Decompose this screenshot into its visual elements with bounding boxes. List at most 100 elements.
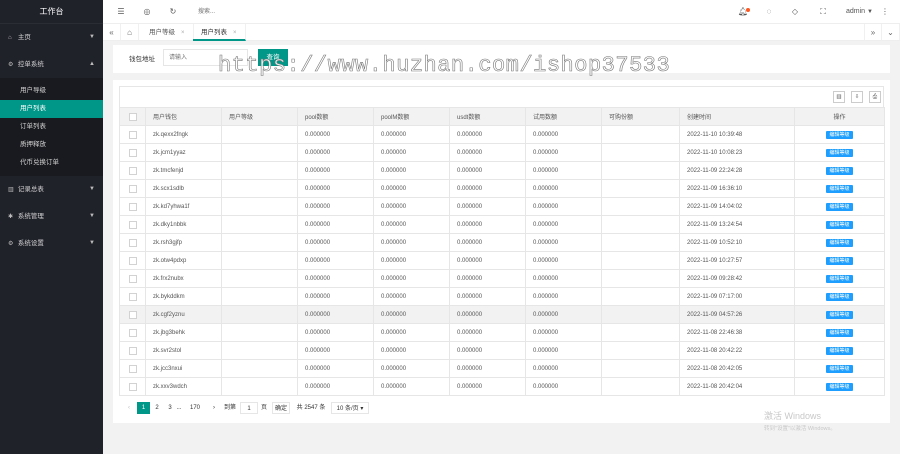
close-icon[interactable]: ×	[233, 30, 237, 36]
note-icon[interactable]: ◇	[787, 0, 803, 24]
sidebar-item-system-settings[interactable]: ⚙ 系统设置 ▼	[0, 230, 103, 257]
column-header[interactable]: 用户钱包	[145, 107, 222, 126]
page-last[interactable]: 170	[185, 402, 205, 414]
fullscreen-icon[interactable]: ⛶	[815, 0, 831, 24]
column-header[interactable]: 可购份额	[601, 107, 680, 126]
columns-icon[interactable]: ▥	[833, 91, 845, 103]
tab-scroll-right-icon[interactable]: »	[864, 24, 882, 41]
theme-icon[interactable]: ◌	[761, 0, 777, 24]
edit-level-button[interactable]: 编辑等级	[826, 328, 853, 337]
sidebar-item-home[interactable]: ⌂ 主页 ▼	[0, 24, 103, 51]
export-icon[interactable]: ⇩	[851, 91, 863, 103]
edit-level-button[interactable]: 编辑等级	[826, 310, 853, 319]
edit-level-button[interactable]: 编辑等级	[826, 220, 853, 229]
prev-page-button[interactable]: ‹	[124, 402, 134, 414]
row-checkbox[interactable]	[119, 125, 146, 144]
table-row[interactable]: zk.svr2stol 0.000000 0.000000 0.000000 0.000…	[119, 341, 885, 360]
column-header[interactable]: usdt数额	[449, 107, 526, 126]
row-checkbox[interactable]	[119, 305, 146, 324]
cell-trial: 0.000000	[525, 233, 602, 252]
row-checkbox[interactable]	[119, 359, 146, 378]
refresh-icon[interactable]: ↻	[165, 0, 181, 24]
table-row[interactable]: zk.dky1nbbk 0.000000 0.000000 0.000000 0.000…	[119, 215, 885, 234]
table-row[interactable]: zk.cgf2yznu 0.000000 0.000000 0.000000 0.000…	[119, 305, 885, 324]
header-search-input[interactable]	[198, 6, 288, 18]
submenu-item-user-list[interactable]: 用户列表	[0, 100, 103, 118]
cell-pool: 0.000000	[297, 233, 374, 252]
more-icon[interactable]: ⋮	[877, 0, 893, 24]
table-row[interactable]: zk.rsh3gjfp 0.000000 0.000000 0.000000 0.000…	[119, 233, 885, 252]
goto-page-input[interactable]: 1	[240, 402, 258, 414]
cell-share	[601, 251, 680, 270]
edit-level-button[interactable]: 编辑等级	[826, 364, 853, 373]
bell-icon[interactable]: 🔔︎	[735, 0, 751, 24]
table-row[interactable]: zk.scx1sdlb 0.000000 0.000000 0.000000 0.000…	[119, 179, 885, 198]
row-checkbox[interactable]	[119, 197, 146, 216]
submenu-item-orders[interactable]: 订单列表	[0, 118, 103, 136]
column-header: 操作	[794, 107, 885, 126]
page-1[interactable]: 1	[137, 402, 150, 414]
select-all-checkbox[interactable]	[119, 107, 146, 126]
table-row[interactable]: zk.jcc3nxui 0.000000 0.000000 0.000000 0.000…	[119, 359, 885, 378]
tab-scroll-left-icon[interactable]: «	[103, 24, 121, 41]
tab-user-level[interactable]: 用户等级 ×	[141, 24, 194, 41]
edit-level-button[interactable]: 编辑等级	[826, 346, 853, 355]
edit-level-button[interactable]: 编辑等级	[826, 292, 853, 301]
edit-level-button[interactable]: 编辑等级	[826, 184, 853, 193]
cell-created: 2022-11-09 09:28:42	[679, 269, 795, 288]
column-header[interactable]: 试用数额	[525, 107, 602, 126]
edit-level-button[interactable]: 编辑等级	[826, 238, 853, 247]
table-row[interactable]: zk.bykddkm 0.000000 0.000000 0.000000 0.0000…	[119, 287, 885, 306]
tab-dropdown-icon[interactable]: ⌄	[882, 24, 900, 41]
page-2[interactable]: 2	[151, 402, 163, 414]
cell-level	[221, 125, 298, 144]
row-checkbox[interactable]	[119, 143, 146, 162]
table-row[interactable]: zk.qexx2fngk 0.000000 0.000000 0.000000 0.00…	[119, 125, 885, 144]
row-checkbox[interactable]	[119, 161, 146, 180]
row-checkbox[interactable]	[119, 215, 146, 234]
per-page-select[interactable]: 10 条/页 ▾	[331, 402, 369, 414]
next-page-button[interactable]: ›	[209, 402, 219, 414]
row-checkbox[interactable]	[119, 269, 146, 288]
sidebar-item-system-manage[interactable]: ✱ 系统管理 ▼	[0, 203, 103, 230]
submenu-item-user-level[interactable]: 用户导级	[0, 82, 103, 100]
user-menu[interactable]: admin ▼	[846, 0, 873, 24]
row-checkbox[interactable]	[119, 251, 146, 270]
column-header[interactable]: 创建时间	[679, 107, 795, 126]
home-tab-icon[interactable]: ⌂	[121, 24, 139, 41]
menu-toggle-icon[interactable]: ☰	[113, 0, 129, 24]
edit-level-button[interactable]: 编辑等级	[826, 148, 853, 157]
submenu-item-token-orders[interactable]: 代币兑换订单	[0, 154, 103, 172]
close-icon[interactable]: ×	[181, 30, 185, 36]
tab-user-list[interactable]: 用户列表 ×	[193, 24, 246, 41]
row-checkbox[interactable]	[119, 287, 146, 306]
edit-level-button[interactable]: 编辑等级	[826, 166, 853, 175]
row-checkbox[interactable]	[119, 323, 146, 342]
table-row[interactable]: zk.frx2nubx 0.000000 0.000000 0.000000 0.000…	[119, 269, 885, 288]
column-header[interactable]: pool数额	[297, 107, 374, 126]
sidebar-item-records[interactable]: ▥ 记录总表 ▼	[0, 176, 103, 203]
submenu-item-pledge[interactable]: 质押释放	[0, 136, 103, 154]
table-row[interactable]: zk.jbg3behk 0.000000 0.000000 0.000000 0.000…	[119, 323, 885, 342]
table-row[interactable]: zk.otw4pdxp 0.000000 0.000000 0.000000 0.000…	[119, 251, 885, 270]
row-checkbox[interactable]	[119, 233, 146, 252]
table-row[interactable]: zk.xxv3wdch 0.000000 0.000000 0.000000 0.000…	[119, 377, 885, 396]
edit-level-button[interactable]: 编辑等级	[826, 256, 853, 265]
column-header[interactable]: poolM数额	[373, 107, 450, 126]
column-header[interactable]: 用户等级	[221, 107, 298, 126]
table-row[interactable]: zk.tmcfenjd 0.000000 0.000000 0.000000 0.000…	[119, 161, 885, 180]
cell-poolm: 0.000000	[373, 143, 450, 162]
edit-level-button[interactable]: 编辑等级	[826, 274, 853, 283]
table-row[interactable]: zk.jcm1yyaz 0.000000 0.000000 0.000000 0.000…	[119, 143, 885, 162]
row-checkbox[interactable]	[119, 341, 146, 360]
sidebar-item-control[interactable]: ⚙ 控单系统 ▲	[0, 51, 103, 78]
edit-level-button[interactable]: 编辑等级	[826, 202, 853, 211]
print-icon[interactable]: ⎙	[869, 91, 881, 103]
goto-confirm-button[interactable]: 确定	[272, 402, 290, 414]
row-checkbox[interactable]	[119, 179, 146, 198]
globe-icon[interactable]: ◎	[139, 0, 155, 24]
edit-level-button[interactable]: 编辑等级	[826, 130, 853, 139]
edit-level-button[interactable]: 编辑等级	[826, 382, 853, 391]
table-row[interactable]: zk.kd7yhwa1f 0.000000 0.000000 0.000000 0.00…	[119, 197, 885, 216]
row-checkbox[interactable]	[119, 377, 146, 396]
